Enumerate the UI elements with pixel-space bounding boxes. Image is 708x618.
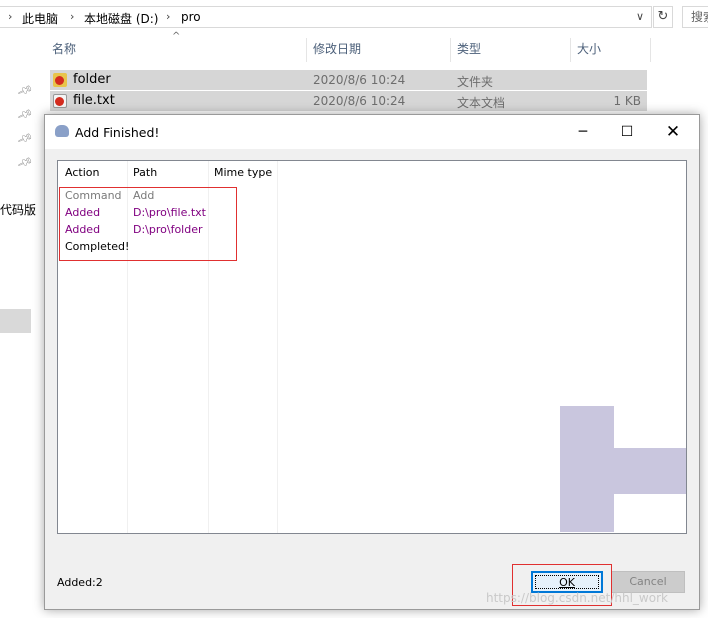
close-button[interactable]: ✕: [651, 119, 695, 145]
results-list[interactable]: Action Path Mime type Command Add Added …: [57, 160, 687, 534]
chevron-right-icon[interactable]: ›: [70, 10, 74, 23]
column-header-name[interactable]: 名称: [52, 34, 76, 64]
file-size: 1 KB: [613, 94, 641, 108]
file-name: folder: [73, 72, 111, 87]
file-type: 文本文档: [457, 96, 506, 110]
pin-icon[interactable]: 📌︎: [16, 82, 34, 99]
column-header-mime[interactable]: Mime type: [214, 161, 272, 185]
column-header-action[interactable]: Action: [65, 161, 99, 185]
file-type: 文件夹: [457, 75, 494, 89]
file-modified: 2020/8/6 10:24: [313, 94, 406, 108]
file-modified: 2020/8/6 10:24: [313, 73, 406, 87]
file-row[interactable]: folder 2020/8/6 10:24 文件夹: [50, 70, 647, 90]
pin-icon[interactable]: 📌︎: [16, 130, 34, 147]
breadcrumb-this-pc[interactable]: 此电脑: [22, 10, 58, 27]
conflict-overlay-icon: [55, 76, 64, 85]
search-input[interactable]: 搜索: [682, 6, 708, 28]
breadcrumb-drive[interactable]: 本地磁盘 (D:): [84, 10, 158, 27]
chevron-right-icon[interactable]: ›: [8, 10, 12, 23]
column-header-size[interactable]: 大小: [577, 34, 601, 64]
column-header-modified[interactable]: 修改日期: [313, 34, 361, 64]
file-row[interactable]: file.txt 2020/8/6 10:24 文本文档 1 KB: [50, 91, 647, 111]
tortoise-icon: [55, 125, 69, 137]
add-finished-dialog: Add Finished! ─ ☐ ✕ Action Path Mime typ…: [44, 114, 700, 610]
dialog-title: Add Finished!: [75, 125, 160, 140]
column-header-type[interactable]: 类型: [457, 34, 481, 64]
pin-icon[interactable]: 📌︎: [16, 106, 34, 123]
conflict-overlay-icon: [55, 97, 64, 106]
watermark-text: https://blog.csdn.net/hhl_work: [486, 591, 668, 605]
maximize-button[interactable]: ☐: [605, 119, 649, 145]
column-header-path[interactable]: Path: [133, 161, 157, 185]
pin-icon[interactable]: 📌︎: [16, 154, 34, 171]
column-divider[interactable]: [650, 38, 651, 62]
cancel-button[interactable]: Cancel: [611, 571, 685, 593]
add-watermark-icon: [560, 448, 686, 494]
file-name: file.txt: [73, 93, 115, 108]
highlight-box: [59, 187, 237, 261]
nav-item-label[interactable]: 代码版: [0, 201, 36, 218]
chevron-right-icon[interactable]: ›: [166, 10, 170, 23]
breadcrumb-pro[interactable]: pro: [181, 10, 201, 24]
dialog-titlebar[interactable]: Add Finished! ─ ☐ ✕: [45, 115, 699, 149]
nav-item-selected[interactable]: [0, 309, 31, 333]
address-bar: › 此电脑 › 本地磁盘 (D:) › pro ∨ ↻ 搜索: [0, 0, 708, 34]
column-divider[interactable]: [450, 38, 451, 62]
status-text: Added:2: [57, 576, 103, 589]
column-divider: [277, 161, 278, 533]
cancel-label: Cancel: [629, 575, 667, 588]
chevron-down-icon[interactable]: ∨: [636, 10, 644, 23]
column-divider[interactable]: [306, 38, 307, 62]
sort-ascending-icon: ^: [172, 31, 181, 42]
minimize-button[interactable]: ─: [561, 119, 605, 145]
refresh-icon: ↻: [657, 9, 669, 24]
refresh-button[interactable]: ↻: [653, 6, 673, 28]
column-divider[interactable]: [570, 38, 571, 62]
